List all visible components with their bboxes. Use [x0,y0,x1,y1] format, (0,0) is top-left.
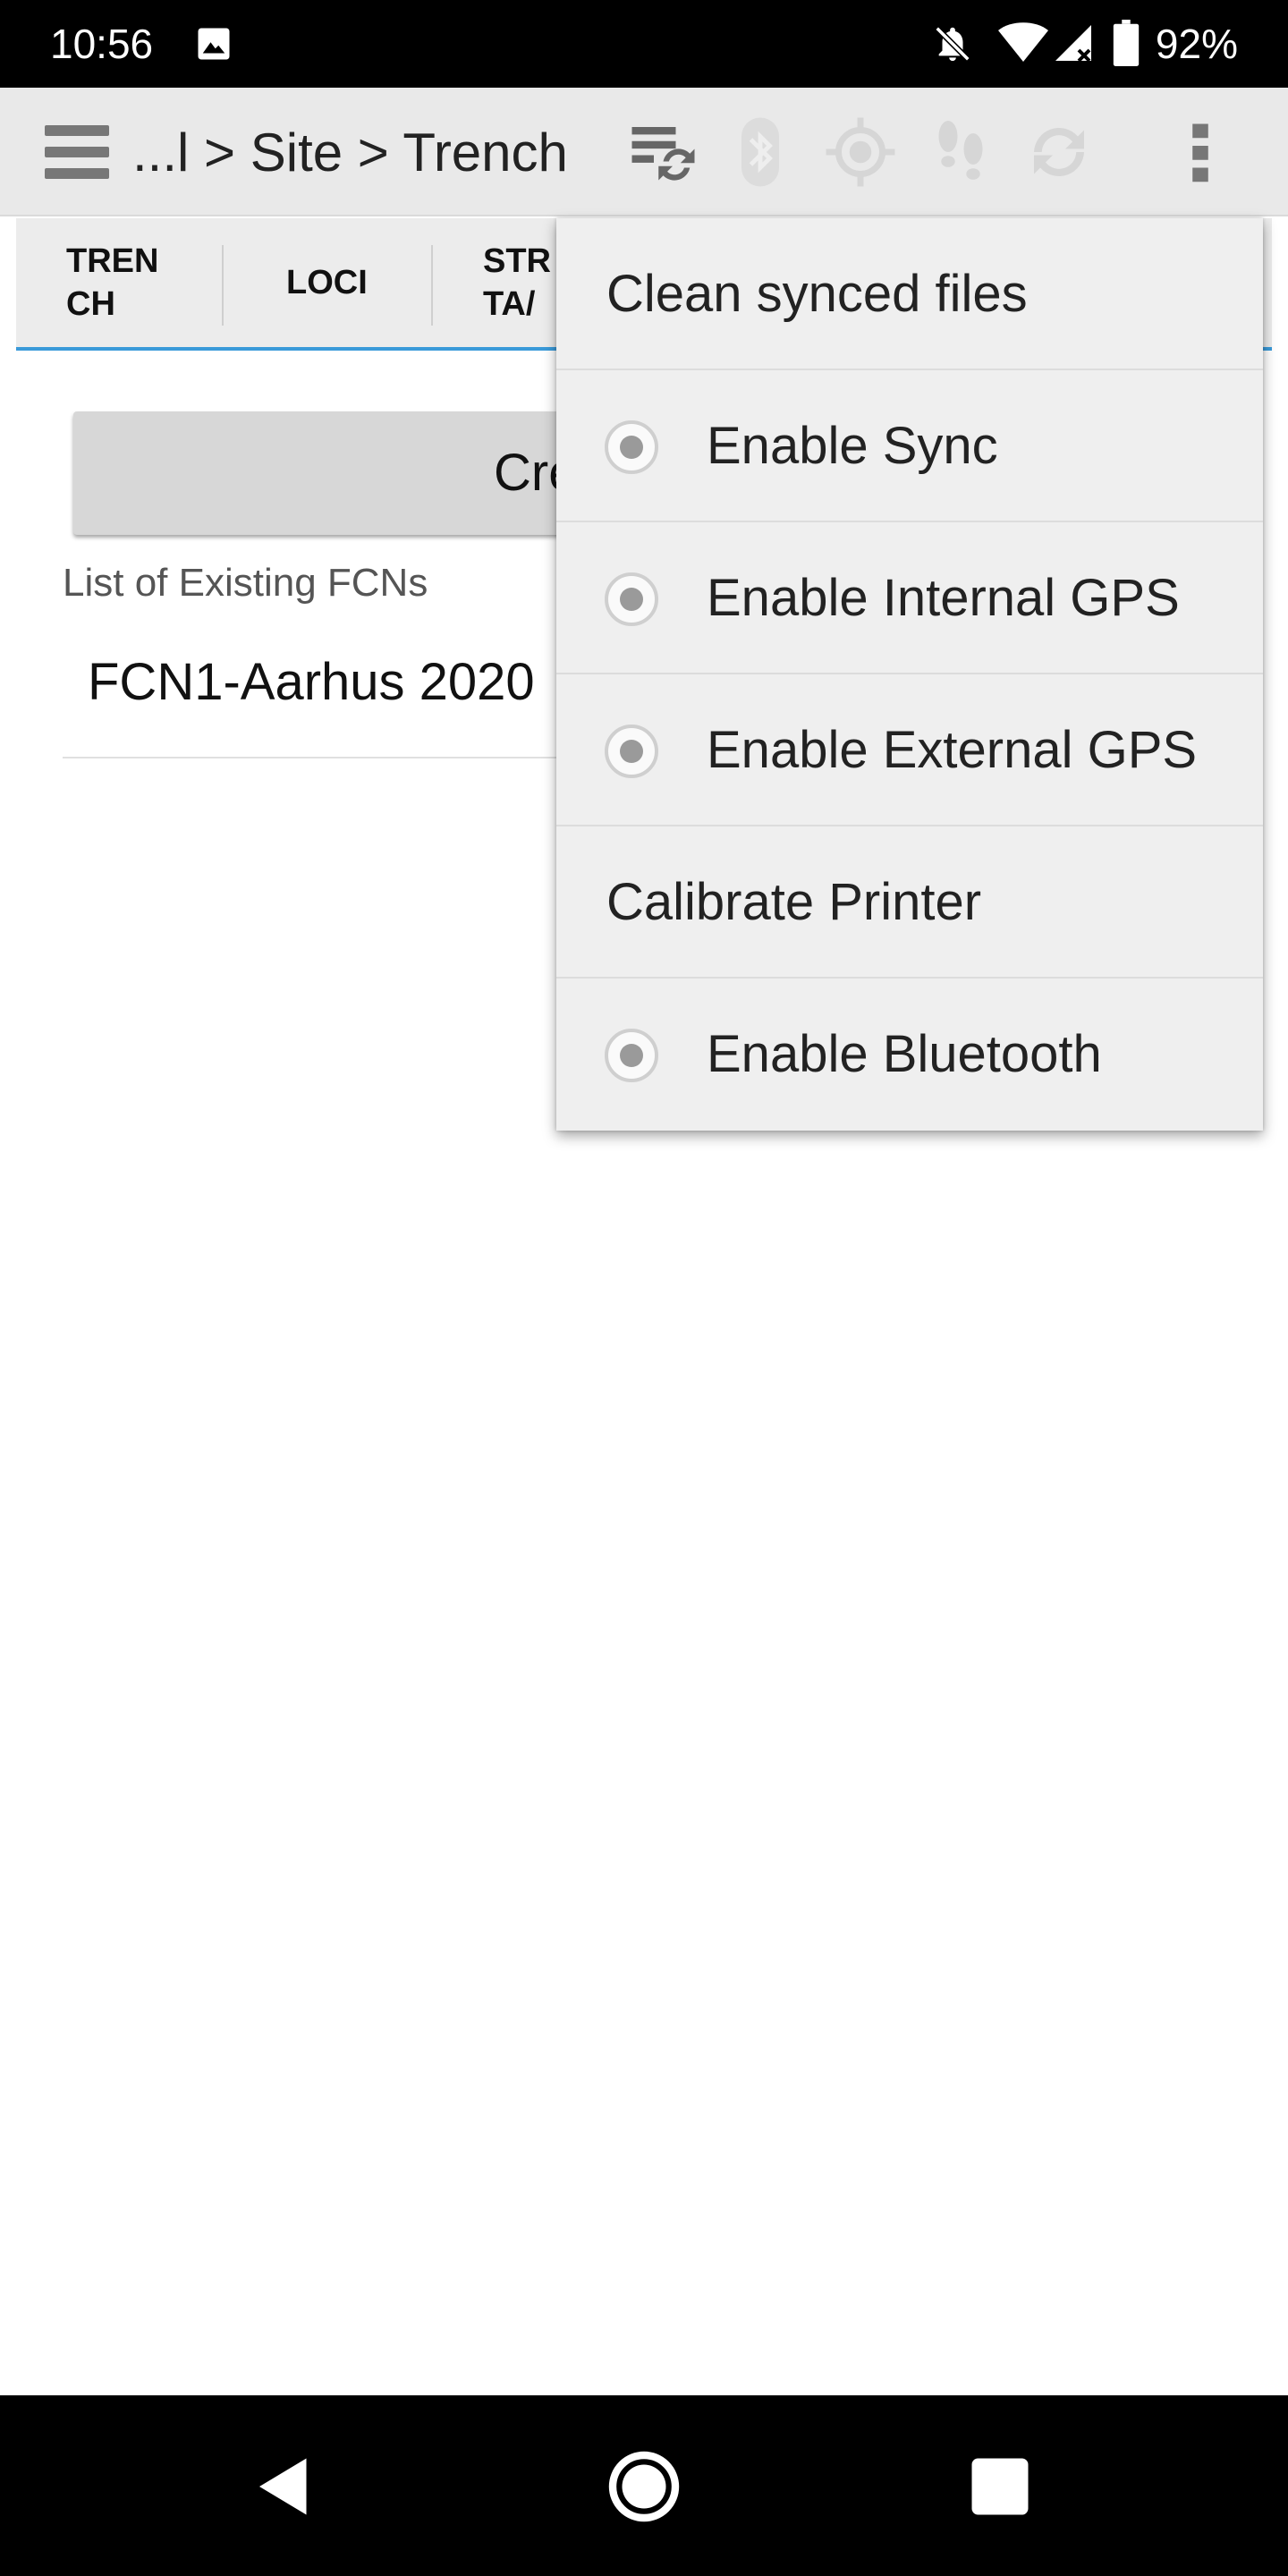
radio-button[interactable] [605,1029,658,1082]
menu-item-label: Clean synced files [606,265,1028,323]
overflow-menu: Clean synced files Enable Sync Enable In… [556,218,1263,1131]
list-label: List of Existing FCNs [63,561,428,605]
recents-icon[interactable] [962,2449,1038,2524]
tab-divider [222,245,224,326]
refresh-icon[interactable] [1021,114,1097,190]
tab-label-line1: STR [483,242,551,280]
gps-icon[interactable] [823,114,898,190]
tab-strata[interactable]: STR TA/ [483,218,551,347]
back-icon[interactable] [247,2449,322,2524]
signal-icon [1055,25,1091,63]
list-item-label: FCN1-Aarhus 2020 [88,653,535,711]
app-screen: 10:56 92% ...l > Site > Trench TREN CH L… [0,0,1288,2576]
menu-item-enable-internal-gps[interactable]: Enable Internal GPS [556,522,1263,674]
menu-item-label: Calibrate Printer [606,873,982,931]
wifi-icon [998,22,1048,62]
menu-item-label: Enable Bluetooth [707,1025,1102,1083]
radio-button[interactable] [605,420,658,474]
menu-item-label: Enable External GPS [707,721,1198,779]
footsteps-icon[interactable] [923,114,998,190]
bell-off-icon [935,26,970,62]
radio-button[interactable] [605,572,658,626]
tab-loci[interactable]: LOCI [286,218,368,347]
battery-icon [1113,20,1140,66]
tab-label-line2: TA/ [483,285,536,323]
menu-item-enable-external-gps[interactable]: Enable External GPS [556,674,1263,826]
menu-item-enable-bluetooth[interactable]: Enable Bluetooth [556,979,1263,1131]
tab-trench[interactable]: TREN CH [66,218,158,347]
tab-label-line1: TREN [66,242,159,280]
status-bar: 10:56 92% [0,0,1288,88]
menu-item-calibrate-printer[interactable]: Calibrate Printer [556,826,1263,979]
tab-label-line1: LOCI [286,264,368,301]
bluetooth-icon[interactable] [723,114,798,190]
more-vert-icon[interactable] [1163,114,1238,190]
toolbar: ...l > Site > Trench [0,88,1288,216]
battery-percent: 92% [1155,21,1238,67]
menu-item-enable-sync[interactable]: Enable Sync [556,370,1263,522]
status-icons: 92% [0,0,1288,88]
menu-item-label: Enable Internal GPS [707,569,1180,627]
menu-item-clean-synced-files[interactable]: Clean synced files [556,218,1263,370]
home-icon[interactable] [606,2449,682,2524]
menu-item-label: Enable Sync [707,417,998,475]
navigation-bar [0,2395,1288,2576]
radio-button[interactable] [605,724,658,778]
breadcrumb[interactable]: ...l > Site > Trench [132,122,568,184]
menu-icon[interactable] [45,125,113,179]
tab-divider [431,245,433,326]
sync-settings-icon[interactable] [623,114,698,190]
tab-label-line2: CH [66,285,115,323]
